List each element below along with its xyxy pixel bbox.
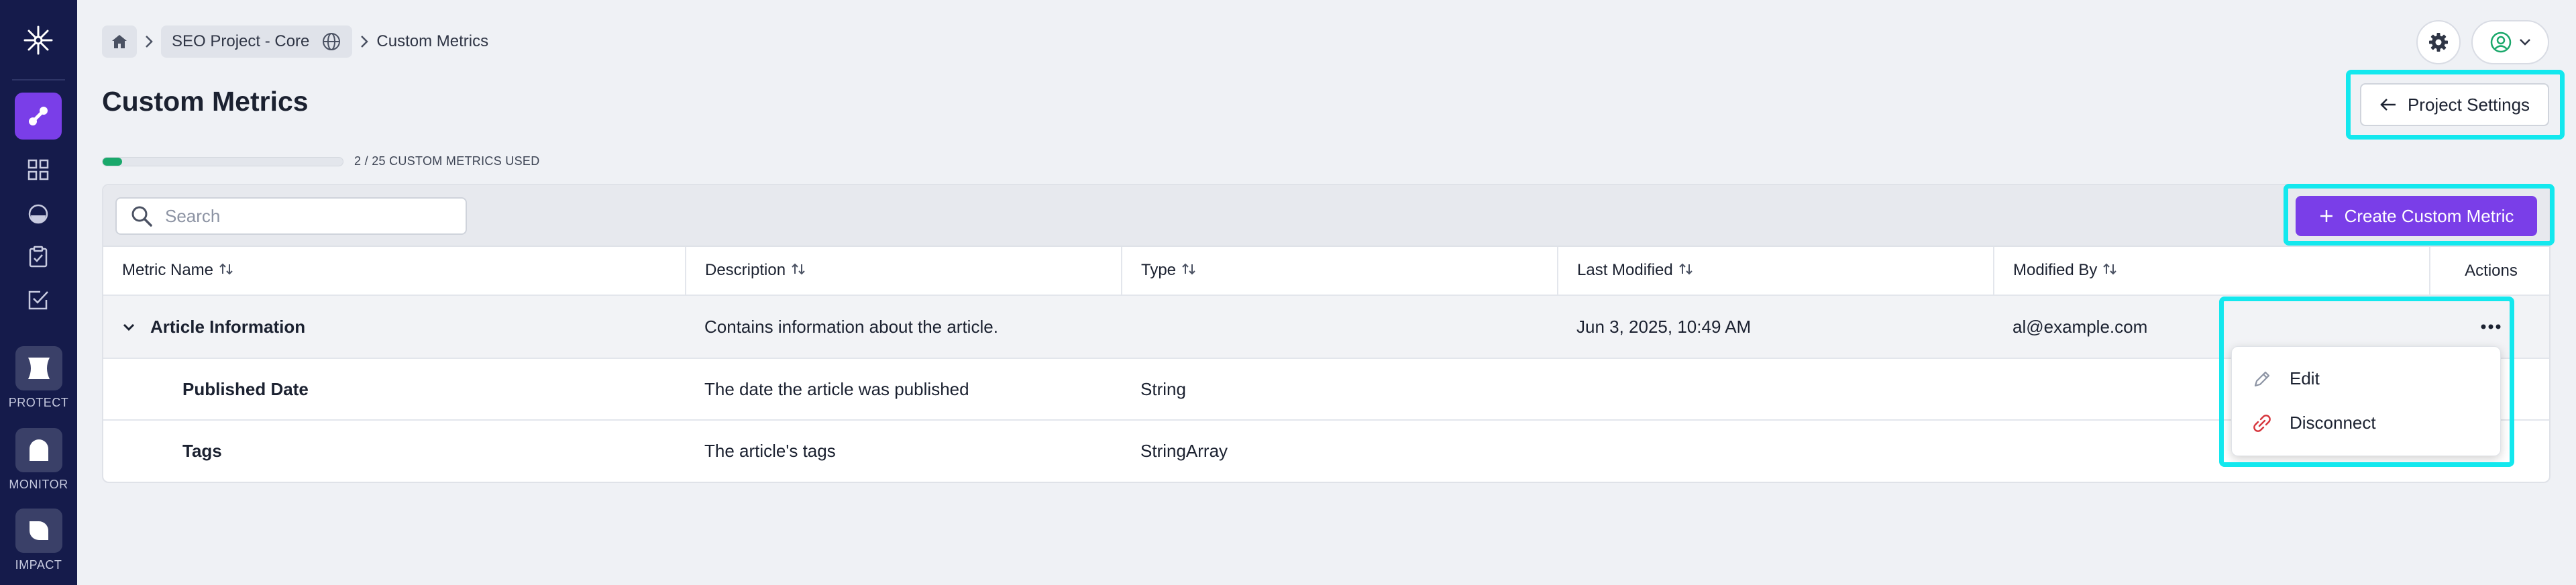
usage-text: 2 / 25 CUSTOM METRICS USED [354,154,540,168]
menu-item-edit-label: Edit [2290,368,2320,388]
last-modified-cell [1558,420,1994,482]
project-settings-label: Project Settings [2407,94,2530,115]
user-avatar-icon [2490,32,2512,53]
breadcrumb-project-label: SEO Project - Core [172,32,310,50]
search-icon [131,206,152,227]
clipboard-icon [29,246,48,268]
chevron-right-icon [137,34,161,49]
rail-checklist-button[interactable] [25,287,51,313]
rail-integrations-button[interactable] [15,93,62,140]
last-modified-cell [1558,358,1994,421]
metric-name: Article Information [150,317,306,337]
breadcrumb-project[interactable]: SEO Project - Core [161,25,353,58]
column-header-modified-by[interactable]: Modified By [1994,247,2430,296]
rail-protect-button[interactable]: PROTECT [0,346,77,410]
type-cell: String [1122,358,1558,421]
sort-icon [1678,262,1693,280]
sort-icon [219,262,233,280]
table-toolbar: Create Custom Metric [103,185,2549,247]
breadcrumb: SEO Project - Core Custom Metrics [102,25,488,58]
usage-meter: 2 / 25 CUSTOM METRICS USED [102,154,540,168]
rail-divider [12,79,65,81]
table-row[interactable]: Published Date The date the article was … [103,358,2549,421]
table-row[interactable]: Article Information Contains information… [103,295,2549,359]
sort-icon [791,262,806,280]
arrow-left-icon [2380,99,2396,111]
column-header-metric-name[interactable]: Metric Name [103,247,686,296]
rail-impact-button[interactable]: IMPACT [0,509,77,572]
breadcrumb-current: Custom Metrics [376,32,489,50]
metric-name-cell: Article Information [103,295,686,359]
broken-link-icon [2253,414,2271,432]
row-actions-menu: Edit Disconnect [2231,346,2501,456]
rail-monitor-label: MONITOR [9,478,68,491]
gauge-icon [28,204,48,224]
usage-progress-fill [103,157,122,166]
metric-name-cell: Tags [182,441,222,461]
chevron-down-icon [2520,39,2530,46]
grid-icon [28,159,49,180]
project-settings-button[interactable]: Project Settings [2360,83,2549,126]
chevron-right-icon [352,34,376,49]
protect-tile [15,346,62,390]
app-logo-icon[interactable] [21,23,56,58]
metric-name-cell: Published Date [103,358,686,421]
rail-dashboard-button[interactable] [25,157,51,182]
description-cell: The article's tags [704,441,836,461]
page-title: Custom Metrics [102,86,309,117]
protect-icon [28,358,50,379]
impact-icon [29,521,48,540]
gear-icon [2429,33,2448,52]
type-cell [1122,295,1558,359]
more-actions-button[interactable] [2430,324,2549,329]
globe-icon [323,33,341,50]
create-custom-metric-button[interactable]: Create Custom Metric [2296,196,2537,236]
menu-item-disconnect[interactable]: Disconnect [2252,413,2376,433]
metrics-card: Create Custom Metric Metric Name Descrip… [102,184,2551,483]
chevron-down-icon[interactable] [122,323,136,332]
last-modified-cell: Jun 3, 2025, 10:49 AM [1558,295,1994,359]
table-header-row: Metric Name Description Type Last Modifi… [103,247,2549,296]
settings-button[interactable] [2416,20,2461,64]
column-header-description[interactable]: Description [686,247,1122,296]
menu-item-edit[interactable]: Edit [2252,368,2320,389]
sort-icon [2102,262,2117,280]
description-cell: Contains information about the article. [686,295,1122,359]
menu-item-disconnect-label: Disconnect [2290,413,2376,433]
monitor-icon [29,439,48,461]
ellipsis-icon [2481,324,2501,329]
monitor-tile [15,428,62,472]
plus-icon [2320,210,2332,222]
column-header-last-modified[interactable]: Last Modified [1558,247,1994,296]
rail-monitor-button[interactable]: MONITOR [0,428,77,492]
search-input[interactable] [165,205,433,227]
breadcrumb-home-button[interactable] [102,25,137,58]
column-header-actions: Actions [2430,247,2549,296]
type-cell: StringArray [1140,441,1228,461]
rail-tasks-button[interactable] [25,244,51,270]
header-actions [2416,20,2549,64]
usage-progress-bar [102,156,343,166]
sort-icon [1181,262,1196,280]
home-icon [112,35,127,48]
checkbox-icon [28,290,48,310]
create-custom-metric-label: Create Custom Metric [2344,205,2514,226]
metrics-table: Metric Name Description Type Last Modifi… [103,247,2549,482]
column-header-type[interactable]: Type [1122,247,1558,296]
search-box[interactable] [115,197,467,235]
pencil-icon [2254,371,2270,386]
impact-tile [15,509,62,553]
rail-analytics-button[interactable] [25,201,51,227]
link-icon [29,107,48,125]
description-cell: The date the article was published [686,358,1122,421]
left-rail: PROTECT MONITOR IMPACT [0,0,77,585]
rail-protect-label: PROTECT [8,396,69,409]
table-row[interactable]: Tags The article's tags StringArray [103,420,2549,482]
user-menu-button[interactable] [2471,20,2549,64]
rail-impact-label: IMPACT [15,558,62,572]
